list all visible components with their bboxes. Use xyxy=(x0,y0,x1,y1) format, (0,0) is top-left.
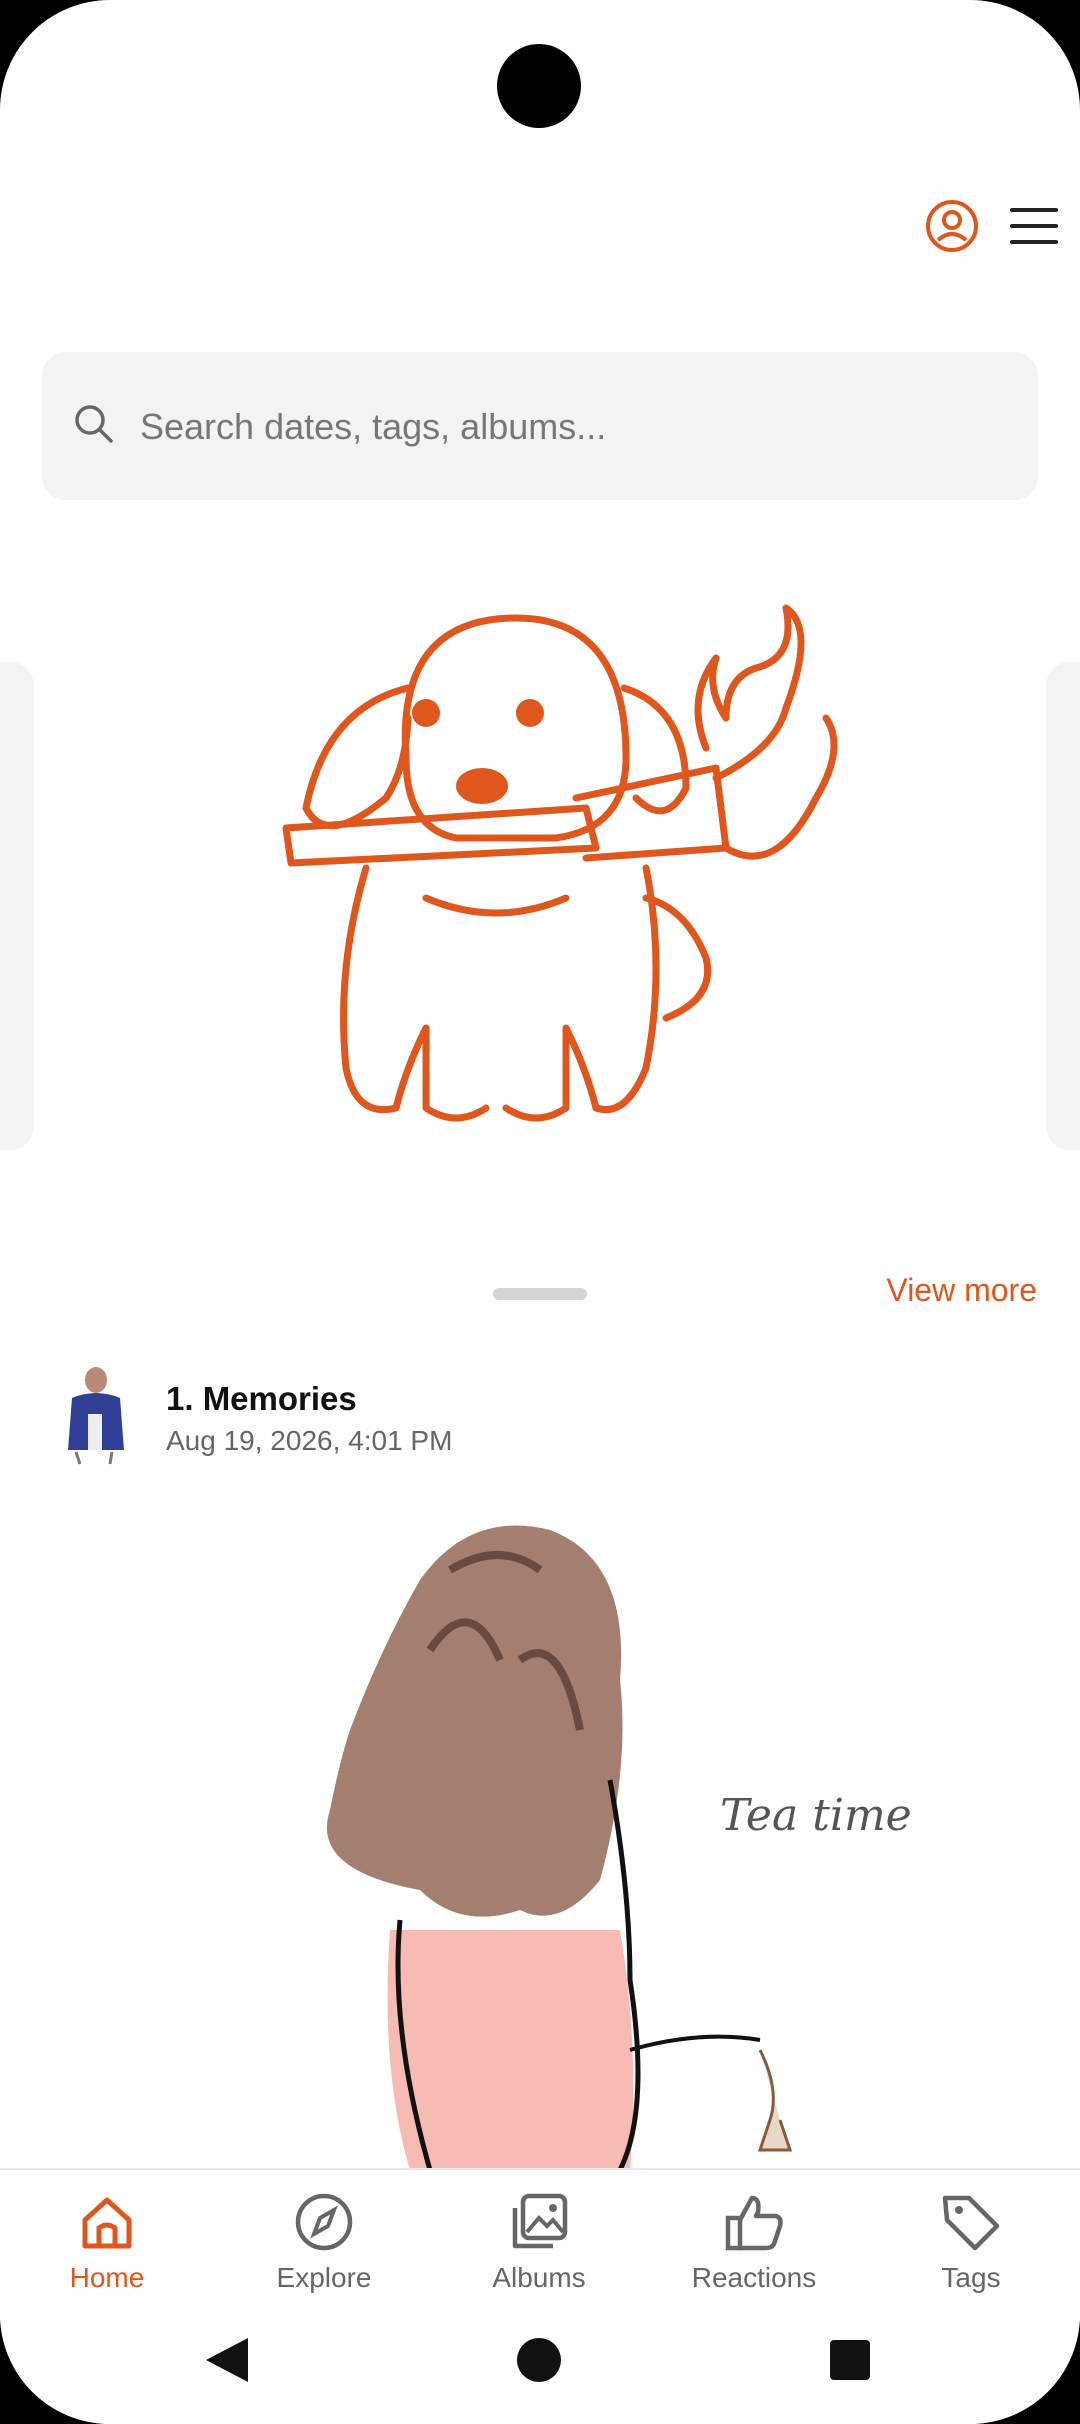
nav-reactions[interactable]: Reactions xyxy=(654,2190,854,2294)
recents-icon[interactable] xyxy=(830,2340,870,2380)
carousel-next-card[interactable] xyxy=(1046,662,1080,1150)
carousel-prev-card[interactable] xyxy=(0,662,34,1150)
tea-time-caption: Tea time xyxy=(720,1790,912,1841)
albums-icon xyxy=(512,2193,568,2249)
woman-tea-illustration: Tea time xyxy=(326,1525,912,2172)
nav-tags-label: Tags xyxy=(941,2262,1001,2293)
post-avatar[interactable] xyxy=(58,1364,130,1466)
dog-torch-illustration xyxy=(282,604,838,1122)
system-navigation-bar xyxy=(0,2318,1080,2424)
nav-tags[interactable]: Tags xyxy=(871,2190,1071,2294)
nav-home[interactable]: Home xyxy=(7,2190,207,2294)
thumbs-up-icon xyxy=(725,2195,783,2251)
nav-explore-label: Explore xyxy=(276,2262,372,2293)
nav-reactions-label: Reactions xyxy=(691,2262,817,2293)
post-title[interactable]: 1. Memories xyxy=(166,1380,357,1418)
search-input[interactable] xyxy=(138,352,1002,502)
view-more-link[interactable]: View more xyxy=(886,1272,1037,1309)
profile-button[interactable] xyxy=(922,196,982,256)
drag-handle[interactable] xyxy=(493,1288,587,1300)
post-image[interactable]: Tea time xyxy=(300,1510,1040,2172)
compass-icon xyxy=(295,2193,353,2251)
hamburger-menu-icon xyxy=(1010,208,1058,244)
back-icon[interactable] xyxy=(206,2338,248,2382)
featured-image[interactable] xyxy=(126,598,954,1158)
system-nav-icons xyxy=(206,2338,870,2382)
nav-albums-label: Albums xyxy=(492,2262,586,2293)
avatar-illustration xyxy=(68,1367,124,1465)
home-icon xyxy=(82,2197,132,2249)
bottom-navigation: Home Explore Albums Reactions Tags xyxy=(0,2168,1080,2320)
nav-home-label: Home xyxy=(69,2262,145,2293)
menu-button[interactable] xyxy=(1004,196,1064,256)
user-circle-icon xyxy=(926,200,978,252)
post-date: Aug 19, 2026, 4:01 PM xyxy=(166,1425,453,1456)
app-screen: View more 1. Memories Aug 19, 2026, 4:01… xyxy=(0,0,1080,2424)
search-bar[interactable] xyxy=(42,352,1038,502)
search-icon xyxy=(75,405,113,443)
nav-explore[interactable]: Explore xyxy=(224,2190,424,2294)
home-circle-icon[interactable] xyxy=(517,2338,561,2382)
tag-icon xyxy=(942,2195,1000,2251)
nav-albums[interactable]: Albums xyxy=(439,2190,639,2294)
camera-cutout xyxy=(497,44,581,128)
